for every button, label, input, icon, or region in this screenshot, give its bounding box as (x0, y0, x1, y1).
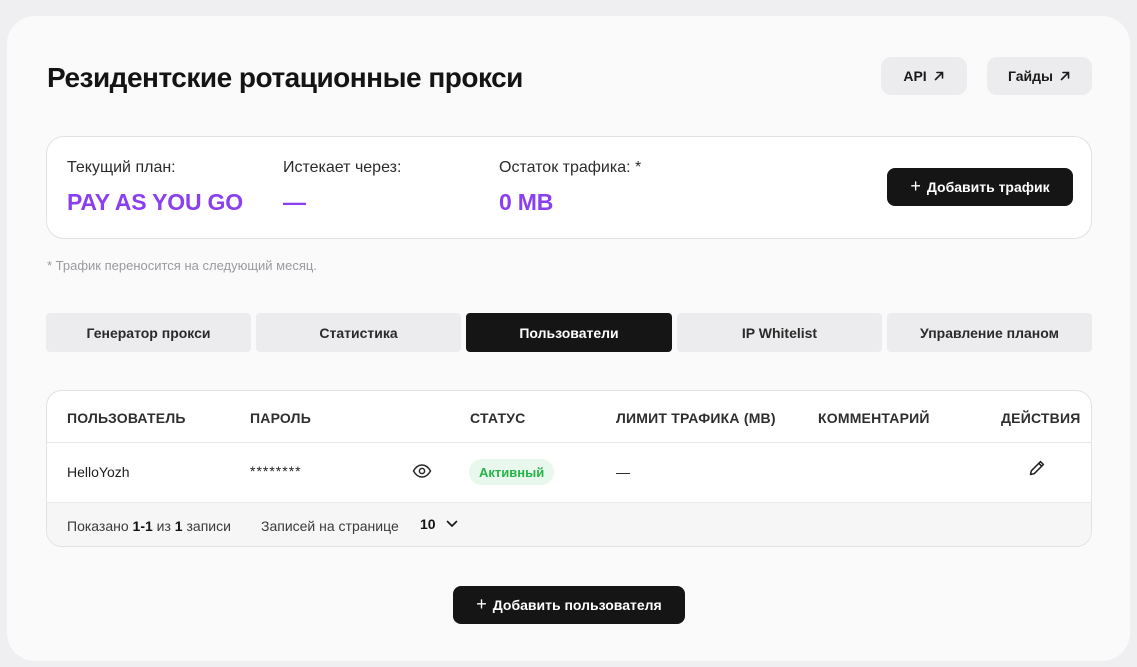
records-summary-range: 1-1 (132, 518, 153, 534)
tab-users[interactable]: Пользователи (466, 313, 672, 352)
per-page-label: Записей на странице (261, 518, 399, 534)
arrow-up-right-icon (1060, 71, 1070, 81)
add-traffic-button[interactable]: + Добавить трафик (887, 168, 1073, 206)
guides-button[interactable]: Гайды (987, 57, 1092, 95)
traffic-remaining-label: Остаток трафика: * (499, 159, 642, 176)
tab-ip-whitelist[interactable]: IP Whitelist (677, 313, 882, 352)
records-summary: Показано 1-1 из 1 записи (67, 518, 231, 534)
tab-label: Пользователи (519, 324, 619, 341)
api-button-label: API (903, 68, 927, 84)
cell-password: ******** (250, 463, 302, 479)
plan-expiry: Истекает через: — (283, 159, 401, 216)
records-summary-total: 1 (174, 518, 183, 534)
pencil-icon[interactable] (1027, 458, 1047, 478)
cell-username: HelloYozh (67, 464, 130, 480)
column-header-password: ПАРОЛЬ (250, 410, 311, 426)
column-header-traffic-limit: ЛИМИТ ТРАФИКА (MB) (616, 410, 776, 426)
current-plan-value: PAY AS YOU GO (67, 189, 243, 215)
main-card: Резидентские ротационные прокси API Гайд… (7, 16, 1130, 661)
traffic-remaining-value: 0 MB (499, 189, 554, 215)
column-header-user: ПОЛЬЗОВАТЕЛЬ (67, 410, 186, 426)
traffic-remaining: Остаток трафика: * 0 MB (499, 159, 641, 216)
api-button[interactable]: API (881, 57, 967, 95)
records-summary-suffix: записи (186, 518, 231, 534)
per-page-select[interactable]: 10 (420, 516, 458, 532)
page-title: Резидентские ротационные прокси (47, 62, 523, 93)
status-badge: Активный (469, 459, 555, 485)
plus-icon: + (476, 594, 487, 614)
tab-statistics[interactable]: Статистика (256, 313, 461, 352)
users-table: ПОЛЬЗОВАТЕЛЬ ПАРОЛЬ СТАТУС ЛИМИТ ТРАФИКА… (46, 390, 1092, 547)
tab-label: Генератор прокси (86, 324, 211, 341)
add-user-button[interactable]: + Добавить пользователя (453, 586, 685, 624)
plan-expiry-label: Истекает через: (283, 159, 402, 176)
guides-button-label: Гайды (1008, 68, 1053, 84)
column-header-actions: ДЕЙСТВИЯ (1001, 410, 1081, 426)
add-traffic-label: Добавить трафик (926, 179, 1050, 195)
tab-proxy-generator[interactable]: Генератор прокси (46, 313, 251, 352)
tab-label: Управление планом (920, 324, 1059, 341)
tab-label: Статистика (319, 324, 398, 341)
column-header-status: СТАТУС (470, 410, 526, 426)
cell-traffic-limit: — (616, 464, 630, 480)
table-row: HelloYozh ******** Активный — (47, 443, 1091, 502)
current-plan: Текущий план: PAY AS YOU GO (67, 159, 243, 216)
tab-plan-management[interactable]: Управление планом (887, 313, 1092, 352)
chevron-down-icon (446, 520, 457, 527)
records-summary-of: из (156, 518, 171, 534)
current-plan-label: Текущий план: (67, 159, 176, 176)
plan-expiry-value: — (283, 189, 306, 215)
column-header-comment: КОММЕНТАРИЙ (818, 410, 930, 426)
per-page-value: 10 (420, 516, 436, 532)
plus-icon: + (910, 176, 921, 196)
traffic-footnote: * Трафик переносится на следующий месяц. (47, 258, 317, 273)
plan-summary: Текущий план: PAY AS YOU GO Истекает чер… (46, 136, 1092, 239)
add-user-label: Добавить пользователя (492, 597, 662, 613)
table-footer: Показано 1-1 из 1 записи Записей на стра… (47, 502, 1091, 546)
records-summary-prefix: Показано (67, 518, 129, 534)
arrow-up-right-icon (934, 71, 943, 81)
eye-icon[interactable] (412, 463, 432, 479)
tab-label: IP Whitelist (741, 324, 818, 341)
